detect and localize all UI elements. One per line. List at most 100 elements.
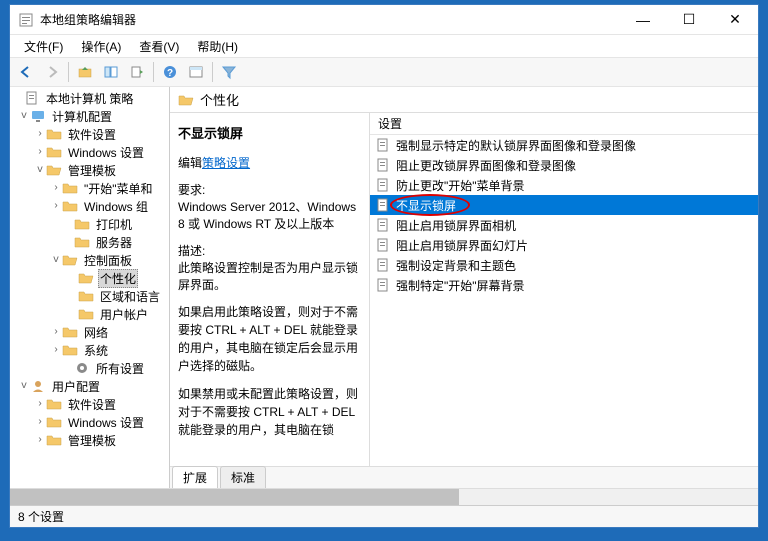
tree-region-lang[interactable]: 区域和语言 [10,287,169,305]
edit-policy-link[interactable]: 策略设置 [202,156,250,170]
help-button[interactable]: ? [158,60,182,84]
tab-extended[interactable]: 扩展 [172,466,218,488]
tree-pane[interactable]: 本地计算机 策略 v计算机配置 ›软件设置 ›Windows 设置 v管理模板 … [10,87,170,488]
show-hide-tree-button[interactable] [99,60,123,84]
folder-icon [74,216,90,232]
menu-file[interactable]: 文件(F) [16,36,71,57]
tree-network[interactable]: ›网络 [10,323,169,341]
tree-computer-config[interactable]: v计算机配置 [10,107,169,125]
detail-title: 不显示锁屏 [178,123,361,142]
tree-u-windows-settings[interactable]: ›Windows 设置 [10,413,169,431]
folder-icon [46,144,62,160]
filter-button[interactable] [217,60,241,84]
list-row[interactable]: 强制显示特定的默认锁屏界面图像和登录图像 [370,135,758,155]
highlight-annotation [390,194,470,216]
folder-icon [74,234,90,250]
minimize-button[interactable]: — [620,5,666,35]
tree-u-software-settings[interactable]: ›软件设置 [10,395,169,413]
list-rows: 强制显示特定的默认锁屏界面图像和登录图像阻止更改锁屏界面图像和登录图像防止更改"… [370,135,758,295]
user-icon [30,378,46,394]
list-item-label: 阻止启用锁屏界面幻灯片 [396,237,528,254]
computer-icon [30,108,46,124]
tree-software-settings[interactable]: ›软件设置 [10,125,169,143]
policy-icon [376,218,390,232]
tree-personalization[interactable]: 个性化 [10,269,169,287]
statusbar: 8 个设置 [10,505,758,527]
list-row[interactable]: 阻止启用锁屏界面相机 [370,215,758,235]
tree-system[interactable]: ›系统 [10,341,169,359]
properties-button[interactable] [184,60,208,84]
tree-root[interactable]: 本地计算机 策略 [10,89,169,107]
policy-icon [376,138,390,152]
tree-admin-templates[interactable]: v管理模板 [10,161,169,179]
toolbar-separator [212,62,213,82]
policy-icon [376,278,390,292]
list-row[interactable]: 阻止更改锁屏界面图像和登录图像 [370,155,758,175]
folder-icon [46,396,62,412]
folder-icon [46,414,62,430]
close-button[interactable]: ✕ [712,5,758,35]
horizontal-scrollbar[interactable] [10,488,758,505]
list-row[interactable]: 不显示锁屏 [370,195,758,215]
status-text: 8 个设置 [18,508,64,525]
tree-start-menu[interactable]: ›"开始"菜单和 [10,179,169,197]
list-row[interactable]: 强制特定"开始"屏幕背景 [370,275,758,295]
folder-icon [78,288,94,304]
tree-control-panel[interactable]: v控制面板 [10,251,169,269]
settings-list: 设置 强制显示特定的默认锁屏界面图像和登录图像阻止更改锁屏界面图像和登录图像防止… [370,113,758,466]
description-label: 描述: [178,242,361,259]
folder-open-icon [46,162,62,178]
column-header-setting[interactable]: 设置 [370,113,758,135]
tab-standard[interactable]: 标准 [220,466,266,488]
tree-u-admin-templates[interactable]: ›管理模板 [10,431,169,449]
body: 本地计算机 策略 v计算机配置 ›软件设置 ›Windows 设置 v管理模板 … [10,87,758,488]
tree-windows-settings[interactable]: ›Windows 设置 [10,143,169,161]
toolbar: ? [10,57,758,87]
list-row[interactable]: 防止更改"开始"菜单背景 [370,175,758,195]
folder-icon [46,432,62,448]
menu-action[interactable]: 操作(A) [73,36,129,57]
tree-user-accounts[interactable]: 用户帐户 [10,305,169,323]
policy-icon [376,158,390,172]
app-icon [18,12,34,28]
tree-all-settings[interactable]: 所有设置 [10,359,169,377]
tree-user-config[interactable]: v用户配置 [10,377,169,395]
list-row[interactable]: 阻止启用锁屏界面幻灯片 [370,235,758,255]
svg-text:?: ? [167,68,173,79]
export-button[interactable] [125,60,149,84]
pathbar: 个性化 [170,87,758,113]
back-button[interactable] [14,60,38,84]
policy-icon [376,198,390,212]
list-item-label: 强制设定背景和主题色 [396,257,516,274]
toolbar-separator [153,62,154,82]
view-tabs: 扩展 标准 [170,466,758,488]
tree-servers[interactable]: 服务器 [10,233,169,251]
menu-view[interactable]: 查看(V) [131,36,187,57]
folder-icon [46,126,62,142]
forward-button[interactable] [40,60,64,84]
tree-printers[interactable]: 打印机 [10,215,169,233]
gear-icon [74,360,90,376]
requirements-label: 要求: [178,181,361,198]
gpedit-window: 本地组策略编辑器 — ☐ ✕ 文件(F) 操作(A) 查看(V) 帮助(H) ?… [9,4,759,528]
menu-help[interactable]: 帮助(H) [189,36,246,57]
policy-icon [376,258,390,272]
list-item-label: 强制特定"开始"屏幕背景 [396,277,525,294]
list-item-label: 强制显示特定的默认锁屏界面图像和登录图像 [396,137,636,154]
tree-windows-components[interactable]: ›Windows 组 [10,197,169,215]
titlebar: 本地组策略编辑器 — ☐ ✕ [10,5,758,35]
window-title: 本地组策略编辑器 [40,11,620,28]
maximize-button[interactable]: ☐ [666,5,712,35]
content-pane: 个性化 不显示锁屏 编辑策略设置 要求: Windows Server 2012… [170,87,758,488]
list-item-label: 阻止更改锁屏界面图像和登录图像 [396,157,576,174]
up-button[interactable] [73,60,97,84]
details-pane: 不显示锁屏 编辑策略设置 要求: Windows Server 2012、Win… [170,113,370,466]
requirements-text: Windows Server 2012、Windows 8 或 Windows … [178,198,361,232]
policy-icon [376,238,390,252]
folder-open-icon [178,92,194,108]
list-item-label: 不显示锁屏 [396,197,456,214]
menubar: 文件(F) 操作(A) 查看(V) 帮助(H) [10,35,758,57]
list-row[interactable]: 强制设定背景和主题色 [370,255,758,275]
description-text: 此策略设置控制是否为用户显示锁屏界面。 [178,259,361,293]
folder-icon [78,306,94,322]
